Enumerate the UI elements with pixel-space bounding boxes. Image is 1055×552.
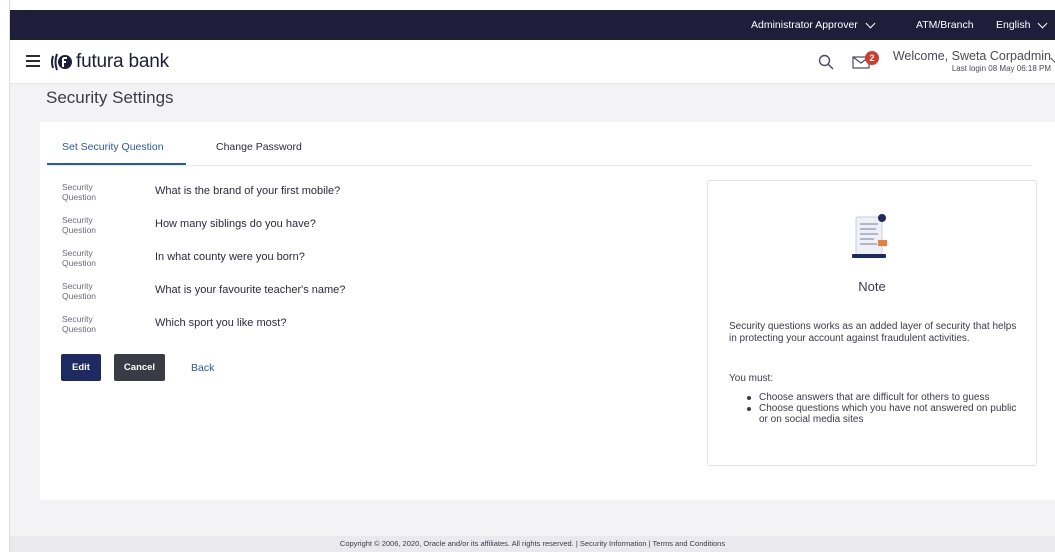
page-title: Security Settings (46, 88, 174, 107)
last-login-text: Last login 08 May 06:18 PM (951, 64, 1051, 73)
chevron-down-icon (865, 18, 876, 28)
note-title: Note (858, 279, 886, 294)
question-value: What is your favourite teacher's name? (155, 284, 346, 296)
question-value: What is the brand of your first mobile? (155, 185, 341, 197)
cancel-button[interactable]: Cancel (114, 354, 165, 381)
tab-change-password[interactable]: Change Password (216, 141, 302, 153)
tab-set-security-question[interactable]: Set Security Question (62, 141, 164, 153)
chevron-down-icon[interactable] (1050, 53, 1055, 64)
app-header: futura bank 2 Welcome, Sweta Corpadmin L… (10, 40, 1055, 84)
search-icon[interactable] (818, 54, 834, 70)
question-label: Security Question (62, 281, 97, 301)
back-link[interactable]: Back (191, 362, 214, 374)
role-label: Administrator Approver (751, 19, 858, 31)
tab-bar: Set Security Question Change Password (47, 122, 1032, 166)
active-tab-indicator (47, 163, 186, 165)
list-item: Choose answers that are difficult for ot… (745, 392, 1025, 403)
window-left-edge (0, 0, 10, 552)
user-welcome[interactable]: Welcome, Sweta Corpadmin Last login 08 M… (884, 49, 1051, 73)
question-value: In what county were you born? (155, 251, 305, 263)
top-bar: Administrator Approver ATM/Branch Englis… (10, 10, 1055, 40)
footer: Copyright © 2006, 2020, Oracle and/or it… (10, 536, 1055, 552)
list-item: Choose questions which you have not answ… (745, 403, 1025, 425)
welcome-text: Welcome, Sweta Corpadmin (892, 49, 1051, 63)
language-label: English (996, 19, 1031, 31)
question-label: Security Question (62, 248, 97, 268)
brand-logo[interactable]: futura bank (50, 51, 169, 73)
edit-button[interactable]: Edit (61, 354, 101, 381)
role-switcher[interactable]: Administrator Approver (751, 18, 876, 31)
atm-branch-label: ATM/Branch (916, 19, 974, 31)
menu-icon[interactable] (26, 55, 40, 67)
document-note-icon (852, 214, 887, 258)
notification-badge[interactable]: 2 (865, 51, 879, 65)
note-list: Choose answers that are difficult for ot… (745, 392, 1025, 425)
question-label: Security Question (62, 314, 97, 334)
note-must-label: You must: (729, 373, 774, 384)
atm-branch-link[interactable]: ATM/Branch (916, 19, 974, 31)
question-value: Which sport you like most? (155, 317, 287, 329)
futura-logo-icon (51, 53, 72, 71)
question-label: Security Question (62, 215, 97, 235)
security-settings-card: Set Security Question Change Password Se… (40, 122, 1055, 500)
language-switcher[interactable]: English (996, 18, 1048, 31)
chevron-down-icon (1038, 18, 1048, 28)
question-value: How many siblings do you have? (155, 218, 316, 230)
question-label: Security Question (62, 182, 97, 202)
window-top-edge (0, 0, 1055, 10)
brand-name: futura bank (76, 51, 169, 72)
note-panel: Note Security questions works as an adde… (707, 180, 1037, 466)
note-description: Security questions works as an added lay… (729, 321, 1017, 344)
